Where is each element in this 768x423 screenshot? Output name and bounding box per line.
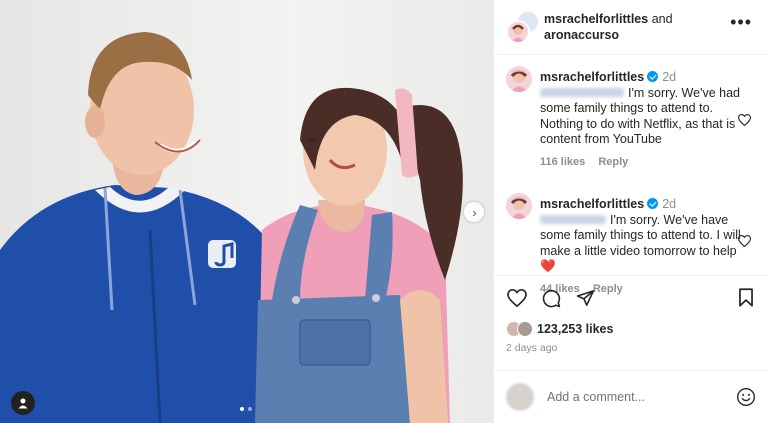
more-icon[interactable]: ••• [730, 13, 752, 31]
share-icon[interactable] [576, 289, 595, 307]
carousel-indicator [240, 407, 252, 411]
next-slide-button[interactable]: › [464, 202, 484, 222]
comment-icon[interactable] [542, 289, 561, 308]
comment-meta: 116 likes Reply [540, 156, 750, 168]
comment-text: msrachelforlittles 2d I'm sorry. We've ha… [540, 70, 750, 148]
user-tag-button[interactable] [11, 391, 35, 415]
blurred-mention [540, 87, 624, 97]
heart-icon[interactable] [738, 114, 751, 126]
comment-time[interactable]: 2d [662, 197, 676, 211]
heart-icon[interactable] [738, 235, 751, 247]
post-media[interactable]: › [0, 0, 493, 423]
instagram-post: › msrachelforlittles and aronaccurso •••… [0, 0, 768, 423]
bookmark-icon[interactable] [738, 288, 754, 307]
comment-username[interactable]: msrachelforlittles [540, 197, 644, 211]
avatar[interactable] [506, 66, 532, 92]
carousel-dot [248, 407, 252, 411]
collab-avatars[interactable] [506, 10, 540, 44]
comment-likes[interactable]: 116 likes [540, 156, 585, 168]
comments-list: msrachelforlittles 2d I'm sorry. We've ha… [494, 55, 768, 295]
post-authors: msrachelforlittles and aronaccurso [544, 11, 754, 43]
reply-button[interactable]: Reply [598, 156, 628, 168]
comment-text: msrachelforlittles 2d I'm sorry. We've ha… [540, 197, 750, 275]
verified-icon [647, 198, 659, 209]
post-photo [0, 0, 493, 423]
avatar[interactable] [506, 193, 532, 219]
verified-icon [647, 71, 659, 82]
avatar [506, 20, 530, 44]
post-timestamp[interactable]: 2 days ago [494, 340, 768, 356]
blurred-mention [540, 214, 606, 224]
likes-count[interactable]: 123,253 likes [537, 322, 613, 336]
user-tag-icon [18, 398, 28, 409]
chevron-right-icon: › [472, 204, 477, 220]
post-header: msrachelforlittles and aronaccurso ••• [494, 0, 768, 55]
author-joiner: and [651, 12, 673, 26]
avatar [517, 321, 533, 337]
author-username[interactable]: msrachelforlittles [544, 12, 648, 26]
author-username[interactable]: aronaccurso [544, 28, 619, 42]
carousel-dot [240, 407, 244, 411]
heart-icon[interactable] [507, 289, 527, 307]
comment-composer [494, 370, 768, 423]
emoji-icon[interactable] [736, 387, 756, 407]
comment-time[interactable]: 2d [662, 70, 676, 84]
comment-username[interactable]: msrachelforlittles [540, 70, 644, 84]
comment-item: msrachelforlittles 2d I'm sorry. We've ha… [506, 66, 751, 168]
post-sidebar: msrachelforlittles and aronaccurso ••• m… [493, 0, 768, 423]
avatar [506, 383, 534, 411]
likes-summary[interactable]: 123,253 likes [494, 320, 768, 338]
comment-input[interactable] [545, 389, 736, 405]
post-actions [494, 275, 768, 320]
